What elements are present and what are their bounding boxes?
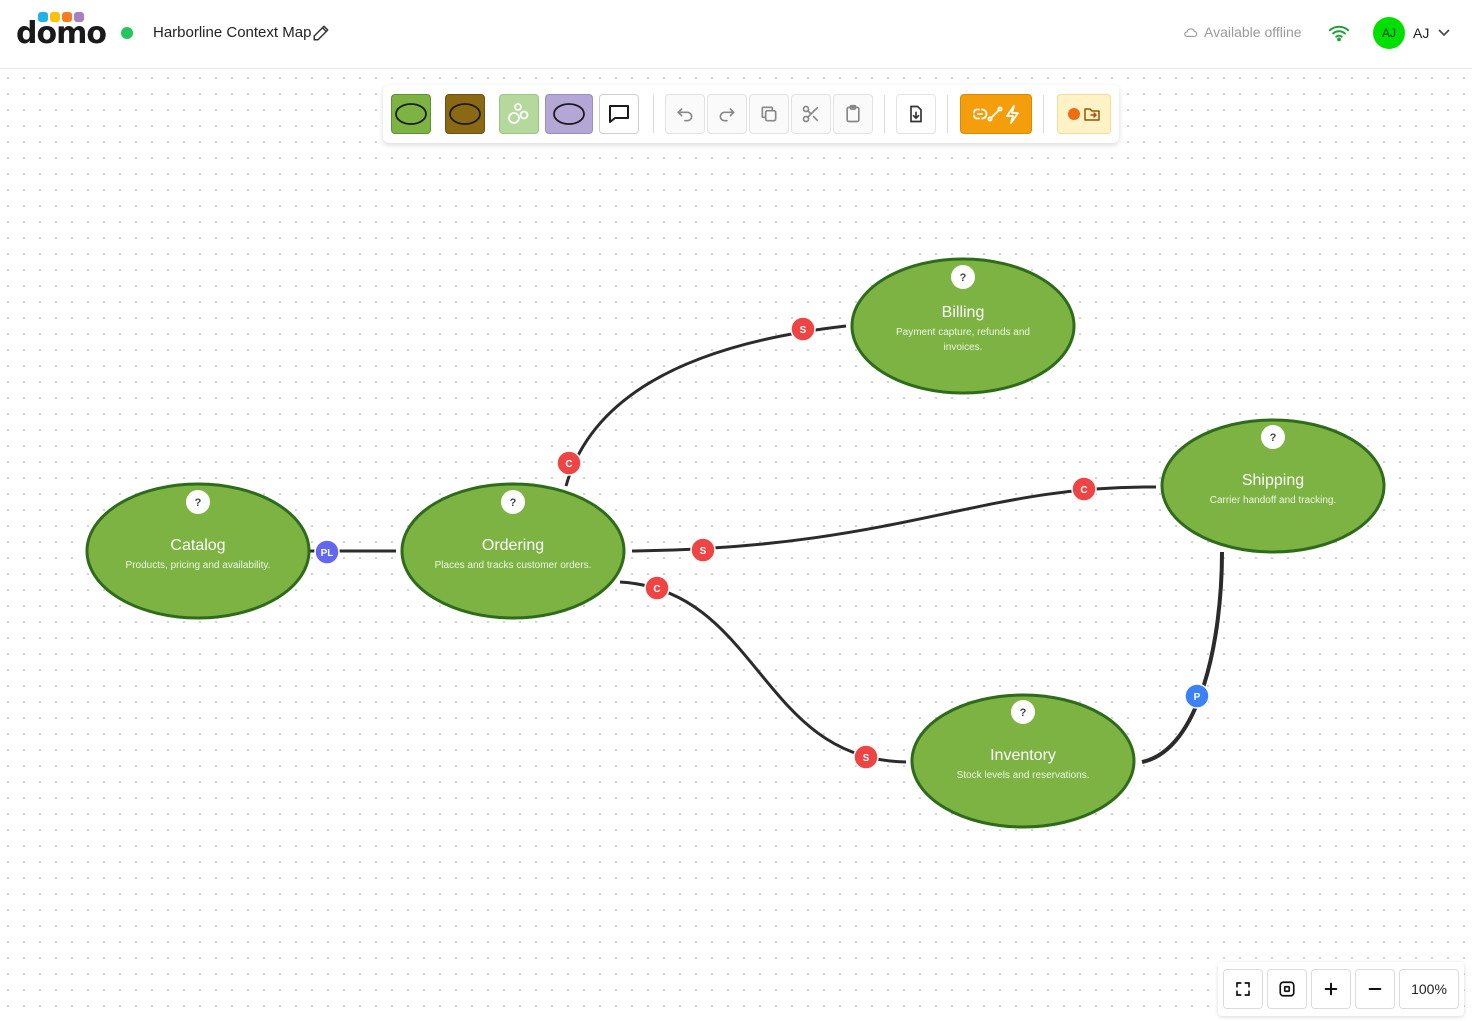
tool-aggregate[interactable]: [499, 94, 539, 134]
import-icon: [910, 105, 922, 123]
plus-icon: [1324, 982, 1338, 996]
edge-ordering-billing[interactable]: [564, 324, 847, 487]
context-name: Billing: [942, 304, 985, 321]
help-badge-label: ?: [960, 272, 967, 284]
fit-view-icon: [1279, 981, 1295, 997]
context-description: Stock levels and reservations.: [957, 770, 1090, 781]
fit-view-button[interactable]: [1267, 969, 1307, 1009]
context-name: Inventory: [990, 747, 1056, 764]
context-name: Shipping: [1242, 472, 1304, 489]
bubbles-icon: [508, 103, 529, 124]
toolbar-separator: [653, 95, 654, 133]
help-badge-label: ?: [510, 497, 517, 509]
link-tools-button[interactable]: [960, 94, 1032, 134]
edge-inventory-shipping[interactable]: [1141, 551, 1224, 764]
paste-icon: [846, 104, 860, 123]
undo-icon: [677, 108, 693, 122]
folder-import-icon: [1068, 108, 1100, 121]
context-map-diagram[interactable]: ? Billing Payment capture, refunds and i…: [0, 0, 1472, 1021]
badge-supplier[interactable]: S: [690, 537, 716, 563]
zoom-in-button[interactable]: [1311, 969, 1351, 1009]
toolbar-separator: [1043, 95, 1044, 133]
tool-comment[interactable]: [599, 94, 639, 134]
badge-label: C: [565, 459, 572, 470]
expand-icon: [1236, 982, 1250, 996]
badge-supplier[interactable]: S: [853, 744, 879, 770]
badge-label: C: [653, 584, 660, 595]
tool-bounded-context-lavender[interactable]: [545, 94, 593, 134]
minus-icon: [1368, 988, 1382, 990]
cut-button[interactable]: [791, 94, 831, 134]
badge-conformist[interactable]: C: [644, 575, 670, 601]
context-description-line2: invoices.: [944, 342, 983, 353]
cut-icon: [802, 105, 819, 123]
badge-published-language[interactable]: PL: [314, 539, 340, 565]
zoom-level[interactable]: 100%: [1399, 969, 1459, 1009]
context-description: Products, pricing and availability.: [126, 560, 271, 571]
editor-toolbar: [383, 85, 1119, 143]
redo-icon: [719, 108, 735, 122]
copy-icon: [761, 106, 777, 122]
badge-label: S: [863, 753, 870, 764]
link-tools-icon: [973, 105, 1019, 124]
context-name: Catalog: [170, 537, 225, 554]
undo-button[interactable]: [665, 94, 705, 134]
ellipse-icon: [395, 103, 427, 125]
toolbar-separator: [884, 95, 885, 133]
ellipse-icon: [553, 103, 585, 125]
badge-label: S: [700, 546, 707, 557]
help-badge-label: ?: [195, 497, 202, 509]
badge-conformist[interactable]: C: [556, 450, 582, 476]
context-catalog[interactable]: ? Catalog Products, pricing and availabi…: [85, 482, 311, 620]
fullscreen-button[interactable]: [1223, 969, 1263, 1009]
zoom-out-button[interactable]: [1355, 969, 1395, 1009]
copy-button[interactable]: [749, 94, 789, 134]
badge-label: PL: [321, 548, 334, 559]
help-badge-label: ?: [1270, 432, 1277, 444]
canvas-controls: 100%: [1218, 962, 1464, 1016]
paste-button[interactable]: [833, 94, 873, 134]
context-description-line1: Payment capture, refunds and: [896, 327, 1030, 338]
edge-ordering-inventory[interactable]: [619, 580, 907, 764]
tool-bounded-context-brown[interactable]: [445, 94, 485, 134]
context-billing[interactable]: ? Billing Payment capture, refunds and i…: [850, 257, 1076, 395]
toolbar-separator: [947, 95, 948, 133]
context-description: Carrier handoff and tracking.: [1210, 495, 1337, 506]
context-inventory[interactable]: ? Inventory Stock levels and reservation…: [910, 693, 1136, 829]
badge-conformist[interactable]: C: [1071, 476, 1097, 502]
redo-button[interactable]: [707, 94, 747, 134]
import-button[interactable]: [896, 94, 936, 134]
badge-supplier[interactable]: S: [790, 316, 816, 342]
badge-label: C: [1080, 485, 1087, 496]
ellipse-icon: [449, 103, 481, 125]
context-ordering[interactable]: ? Ordering Places and tracks customer or…: [400, 482, 626, 620]
badge-partnership[interactable]: P: [1184, 683, 1210, 709]
context-description: Places and tracks customer orders.: [435, 560, 592, 571]
folder-import-button[interactable]: [1057, 94, 1111, 134]
help-badge-label: ?: [1020, 707, 1027, 719]
context-shipping[interactable]: ? Shipping Carrier handoff and tracking.: [1160, 418, 1386, 554]
tool-bounded-context-green[interactable]: [391, 94, 431, 134]
badge-label: S: [800, 325, 807, 336]
speech-bubble-icon: [609, 105, 629, 123]
context-name: Ordering: [482, 537, 544, 554]
badge-label: P: [1194, 692, 1201, 703]
